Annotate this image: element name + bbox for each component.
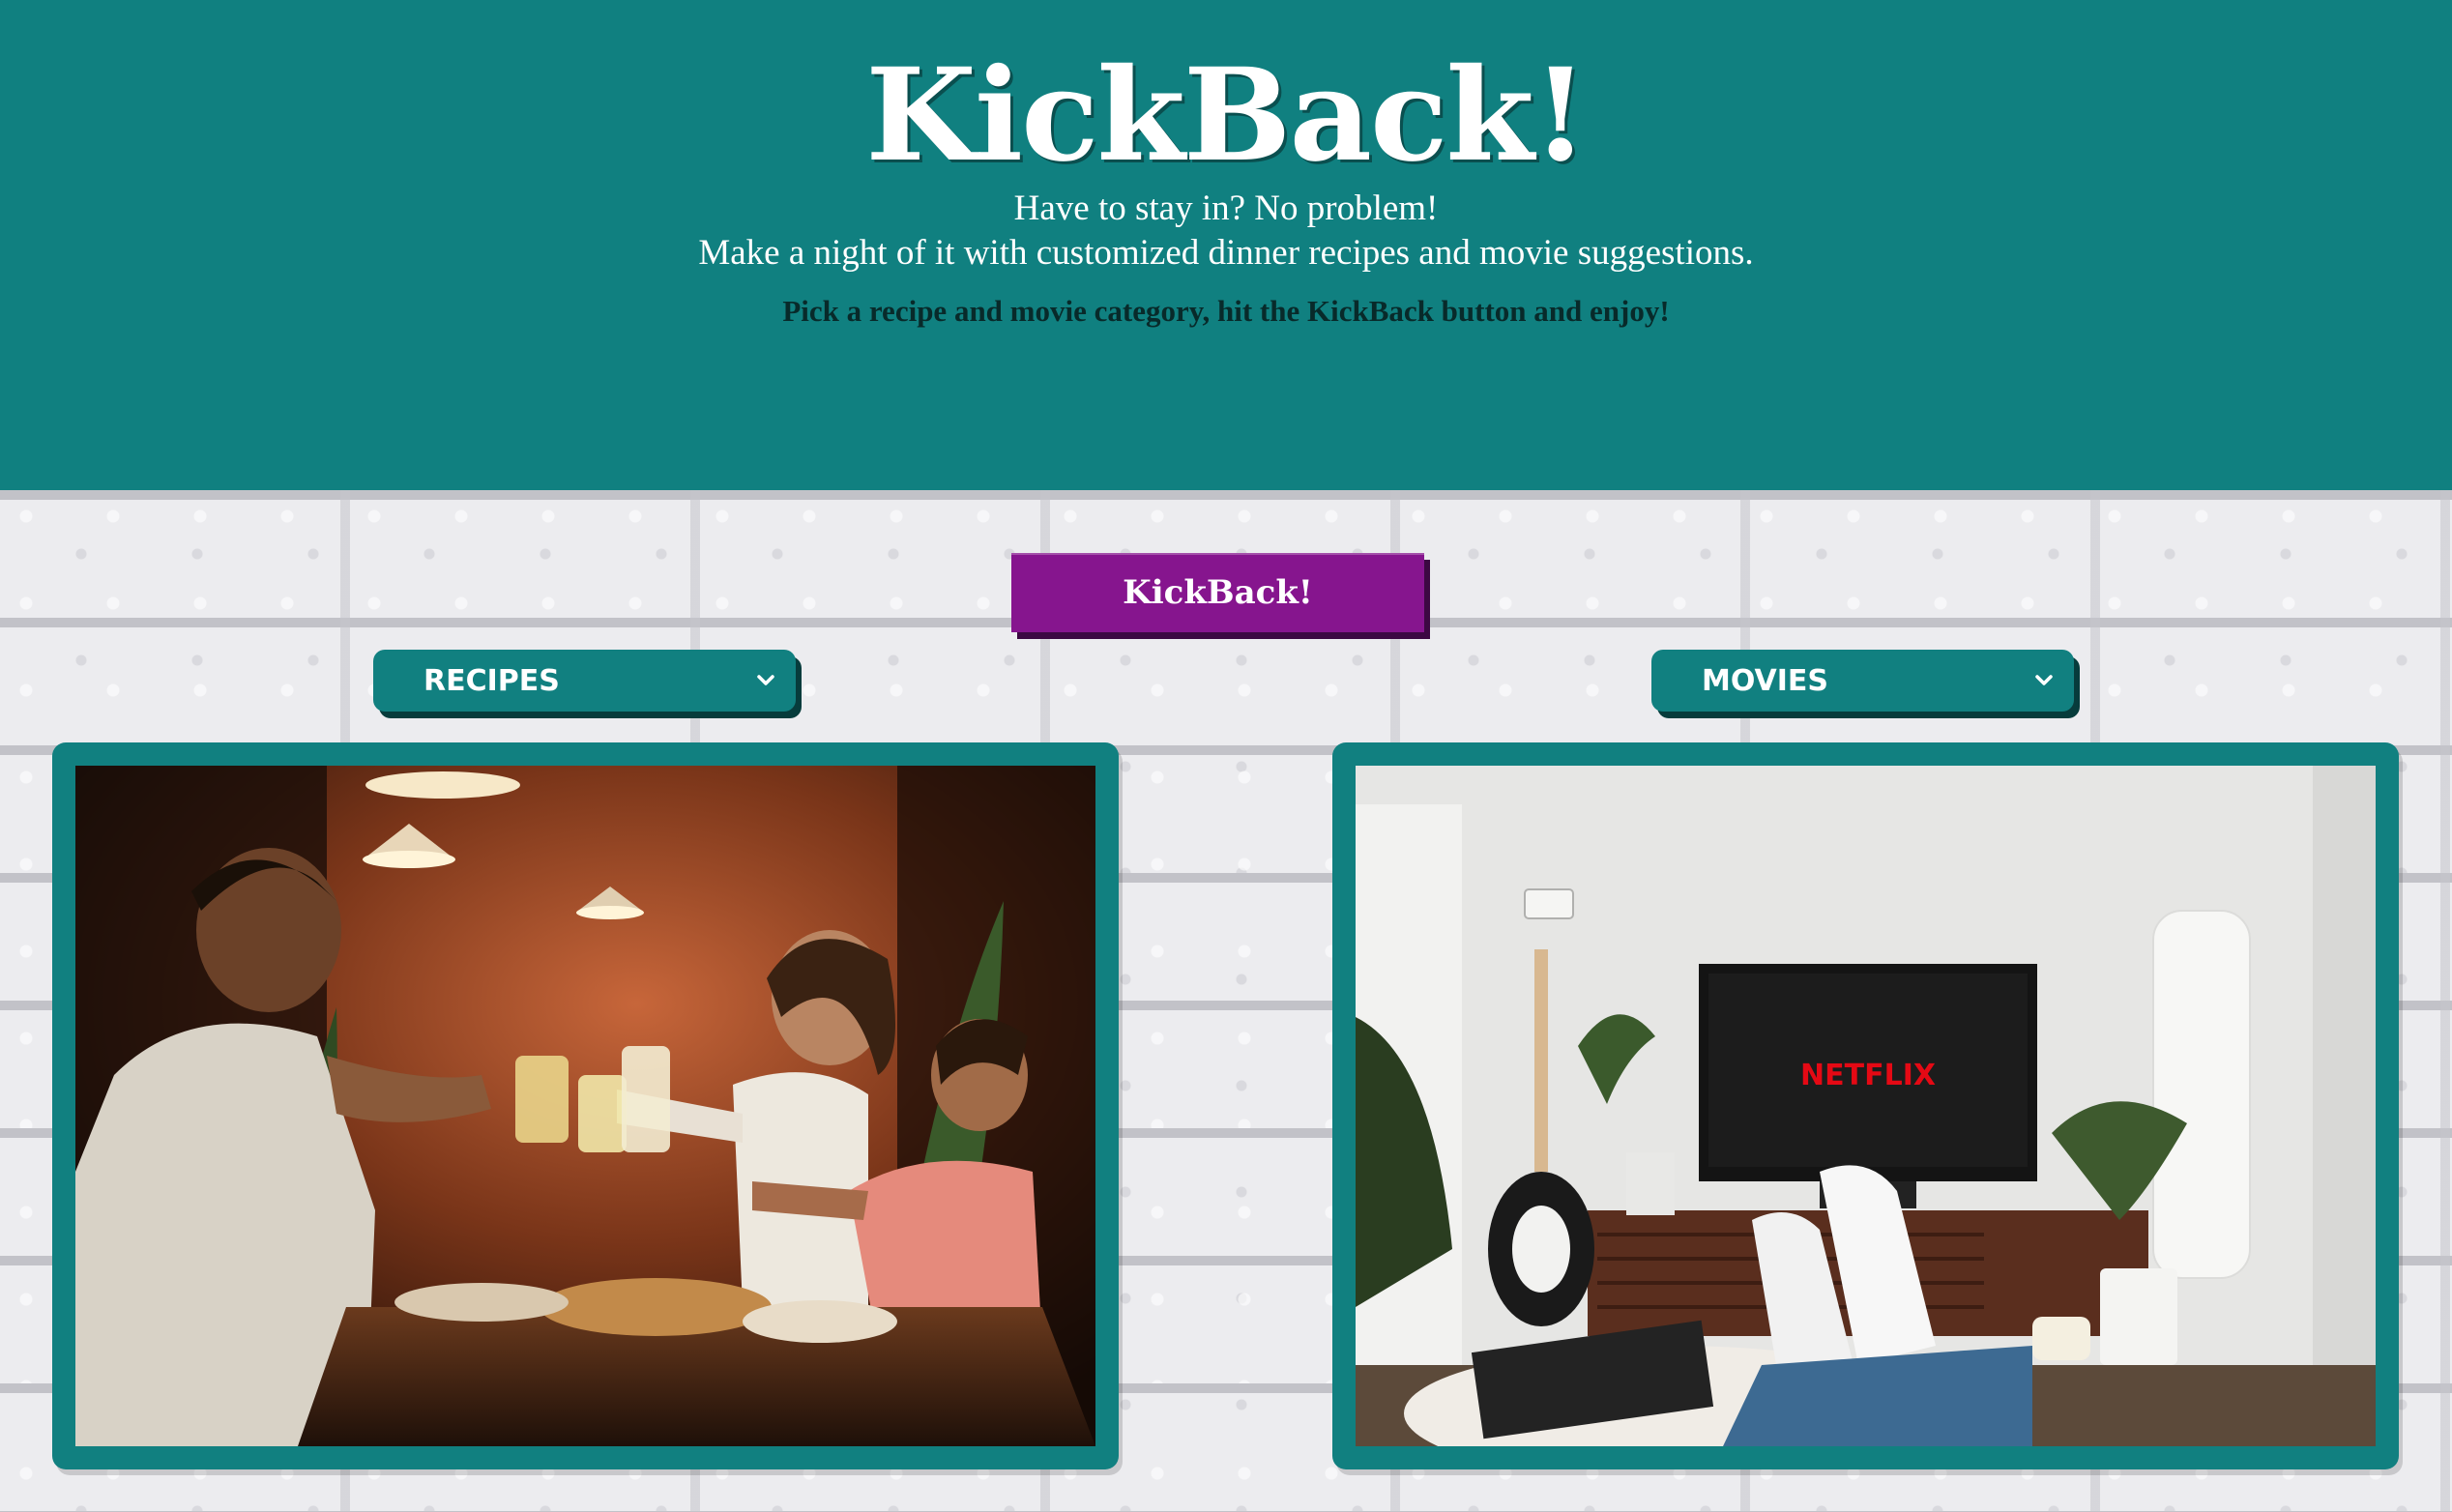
movies-image-panel: NETFLIX [1332, 742, 2399, 1469]
instructions: Pick a recipe and movie category, hit th… [782, 294, 1670, 328]
recipes-image-panel [52, 742, 1119, 1469]
tagline-line-1: Have to stay in? No problem! [1013, 189, 1439, 228]
chevron-down-icon [753, 668, 778, 693]
recipes-select[interactable]: RECIPES [373, 650, 796, 712]
dinner-photo [75, 766, 1095, 1446]
movies-select[interactable]: MOVIES [1651, 650, 2074, 712]
netflix-logo: NETFLIX [1800, 1059, 1936, 1092]
kickback-button[interactable]: KickBack! [1011, 553, 1424, 632]
site-header: KickBack! Have to stay in? No problem! M… [0, 0, 2452, 490]
recipes-select-value: RECIPES [423, 663, 560, 698]
living-room-photo: NETFLIX [1356, 766, 2376, 1446]
site-title: KickBack! [865, 41, 1589, 190]
tagline-line-2: Make a night of it with customized dinne… [698, 233, 1754, 273]
chevron-down-icon [2031, 668, 2057, 693]
movies-select-value: MOVIES [1702, 663, 1829, 698]
